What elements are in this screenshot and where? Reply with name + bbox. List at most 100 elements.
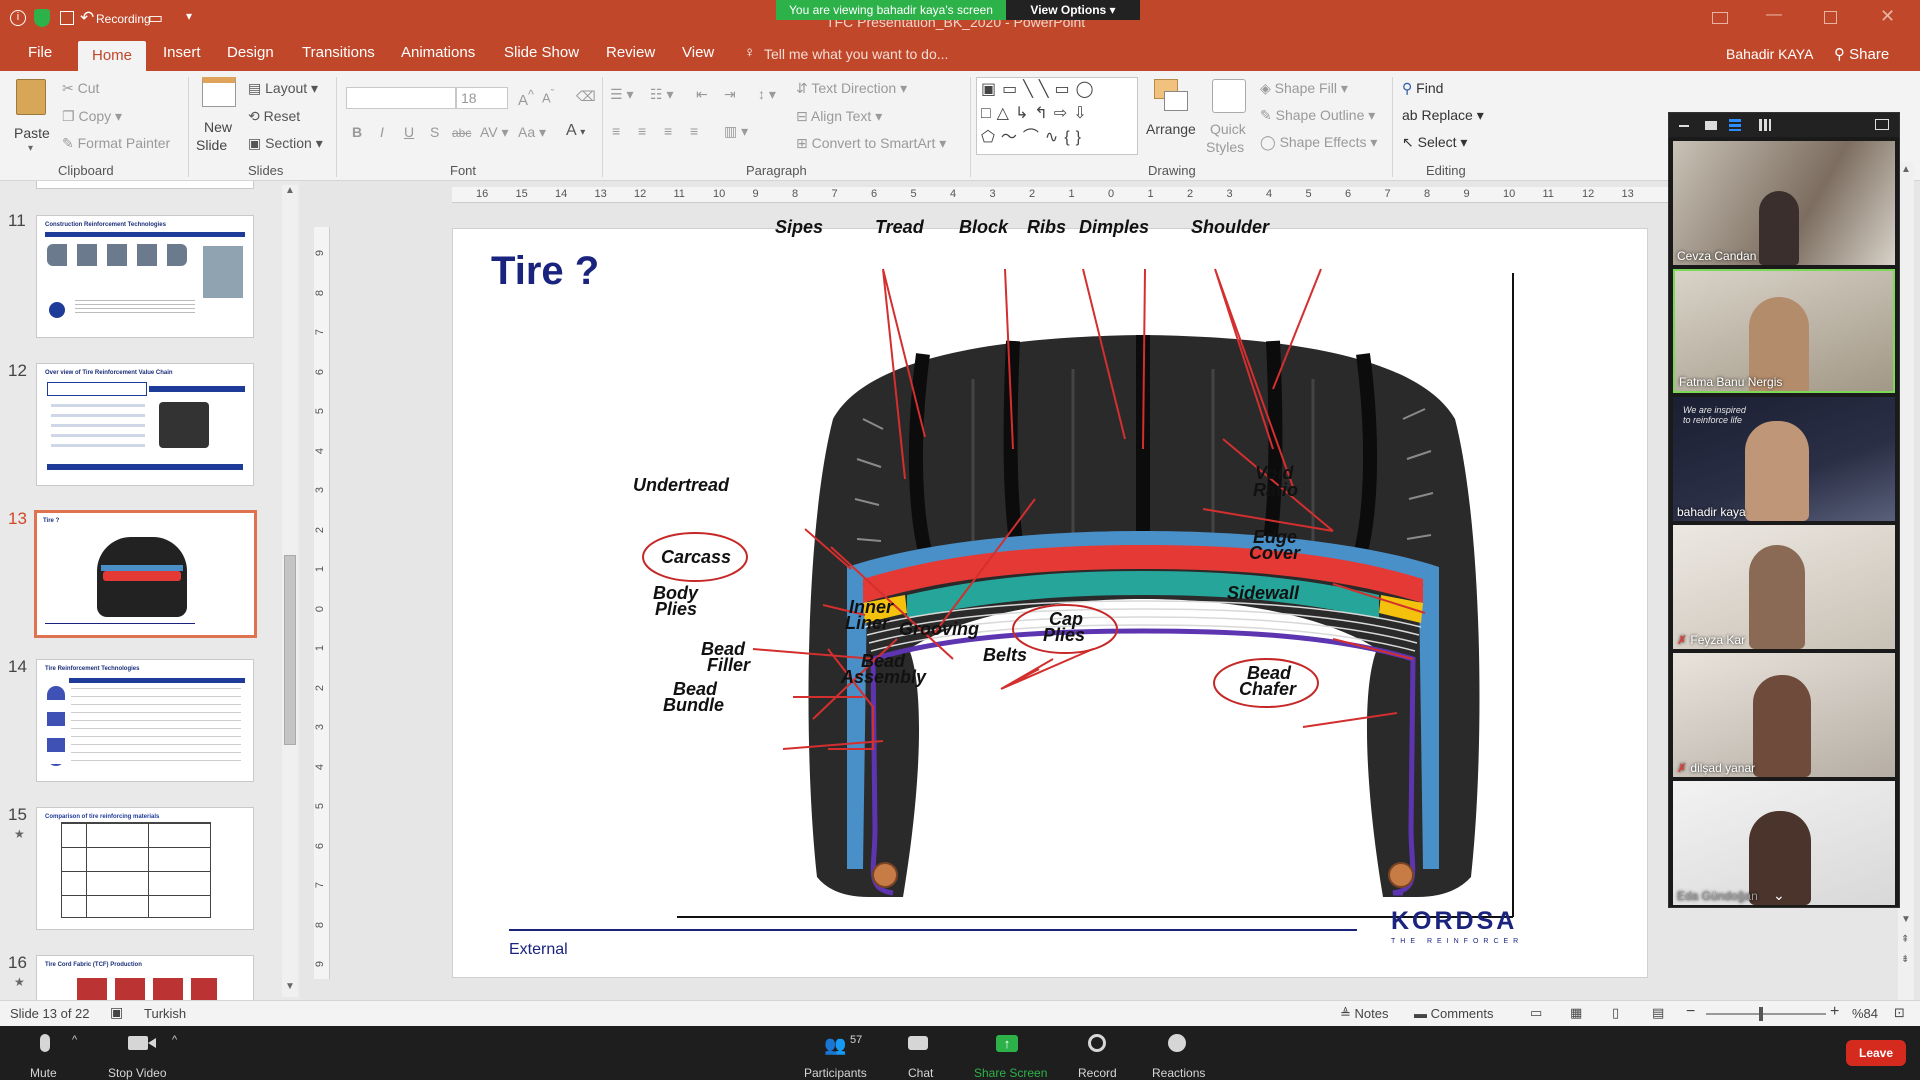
leave-button[interactable]: Leave (1846, 1040, 1906, 1066)
scroll-up-icon[interactable]: ▲ (285, 185, 295, 196)
previous-slide-icon[interactable]: ⇞ (1901, 934, 1909, 945)
user-name[interactable]: Bahadir KAYA (1726, 46, 1813, 62)
video-tile[interactable]: We are inspired to reinforce life bahadi… (1673, 397, 1895, 521)
shield-icon[interactable] (34, 9, 50, 27)
fit-slide-icon[interactable]: ⊡ (1894, 1005, 1905, 1021)
slide-canvas[interactable]: Tire ? Sipes Tread Block Ribs Dimples Sh… (452, 218, 1648, 978)
editor-scrollbar[interactable]: ▲ ▼ ⇞ ⇟ (1898, 162, 1914, 1000)
tab-slide-show[interactable]: Slide Show (504, 44, 579, 61)
strikethrough-button[interactable]: abc (452, 126, 471, 140)
minimize-gallery-icon[interactable] (1679, 125, 1689, 127)
layout-button[interactable]: ▤ Layout ▾ (248, 80, 318, 97)
text-shadow-button[interactable]: S (430, 124, 439, 140)
close-window-icon[interactable]: ✕ (1880, 6, 1895, 27)
decrease-indent-icon[interactable]: ⇤ (696, 86, 708, 103)
find-button[interactable]: ⚲ Find (1402, 80, 1443, 97)
zoom-video-gallery[interactable]: Cevza Candan Fatma Banu Nergis We are in… (1668, 112, 1900, 908)
tab-design[interactable]: Design (227, 44, 274, 61)
replace-button[interactable]: ab Replace ▾ (1402, 107, 1484, 124)
video-tile[interactable]: Cevza Candan (1673, 141, 1895, 265)
presentation-icon[interactable]: ▭ (148, 8, 163, 28)
line-spacing-icon[interactable]: ↕ ▾ (758, 86, 776, 103)
video-tile[interactable]: Eda Gündoğan ⌄ (1673, 781, 1895, 905)
tab-file[interactable]: File (28, 44, 52, 61)
shape-outline-button[interactable]: ✎ Shape Outline ▾ (1260, 107, 1375, 124)
zoom-in-icon[interactable]: + (1830, 1003, 1839, 1021)
strip-view-icon[interactable] (1729, 119, 1741, 131)
slide-thumbnail-13[interactable]: Tire ? (34, 510, 257, 638)
video-tile-active-speaker[interactable]: Fatma Banu Nergis (1673, 269, 1895, 393)
grow-font-icon[interactable]: A^ (518, 88, 534, 109)
clear-format-icon[interactable]: ⌫ (576, 88, 596, 105)
slide-thumbnail-12[interactable]: Over view of Tire Reinforcement Value Ch… (36, 363, 254, 486)
language-indicator[interactable]: Turkish (144, 1006, 186, 1021)
bold-button[interactable]: B (352, 124, 362, 140)
gallery-scroll-down-icon[interactable]: ⌄ (1773, 887, 1785, 904)
save-icon[interactable] (60, 11, 74, 25)
section-button[interactable]: ▣ Section ▾ (248, 135, 323, 152)
view-options-button[interactable]: View Options ▾ (1006, 0, 1140, 20)
comments-button[interactable]: ▬ Comments (1414, 1006, 1493, 1021)
scroll-down-icon[interactable]: ▼ (285, 981, 295, 992)
arrange-button[interactable]: Arrange (1144, 79, 1200, 159)
bullets-icon[interactable]: ☰ ▾ (610, 86, 633, 103)
font-name-input[interactable] (346, 87, 456, 109)
paste-dropdown-icon[interactable]: ▾ (28, 143, 33, 154)
zoom-level[interactable]: %84 (1852, 1006, 1878, 1021)
zoom-slider[interactable] (1706, 1007, 1826, 1021)
tab-transitions[interactable]: Transitions (302, 44, 375, 61)
maximize-icon[interactable] (1824, 11, 1837, 24)
next-slide-icon[interactable]: ⇟ (1901, 954, 1909, 965)
tab-insert[interactable]: Insert (163, 44, 201, 61)
align-left-icon[interactable]: ≡ (612, 123, 620, 139)
columns-icon[interactable]: ▥ ▾ (724, 123, 748, 140)
customize-qat-icon[interactable]: ▾ (186, 9, 192, 23)
share-screen-button[interactable]: ↑ Share Screen (966, 1026, 1047, 1080)
slide-thumbnail-15[interactable]: Comparison of tire reinforcing materials (36, 807, 254, 930)
change-case-icon[interactable]: Aa ▾ (518, 124, 546, 141)
video-tile[interactable]: ✗ dilşad yanar (1673, 653, 1895, 777)
underline-button[interactable]: U (404, 124, 414, 140)
shapes-gallery[interactable]: ▣▭╲╲▭◯ □△↳↰⇨⇩ ⬠〜⌒∿{} (976, 77, 1138, 155)
italic-button[interactable]: I (380, 124, 384, 140)
slide-thumbnail-16[interactable]: Tire Cord Fabric (TCF) Production (36, 955, 254, 1000)
align-center-icon[interactable]: ≡ (638, 123, 646, 139)
justify-icon[interactable]: ≡ (690, 123, 698, 139)
tell-me-input[interactable]: Tell me what you want to do... (764, 46, 948, 62)
normal-view-icon[interactable]: ▭ (1530, 1005, 1542, 1021)
tab-animations[interactable]: Animations (401, 44, 475, 61)
shape-effects-button[interactable]: ◯ Shape Effects ▾ (1260, 134, 1377, 151)
participants-button[interactable]: 👥 57 Participants (800, 1026, 872, 1080)
char-spacing-icon[interactable]: AV ▾ (480, 124, 509, 141)
video-options-icon[interactable]: ^ (172, 1034, 177, 1046)
zoom-out-icon[interactable]: − (1686, 1003, 1695, 1021)
paste-button[interactable]: Paste ▾ (10, 79, 54, 159)
chat-button[interactable]: Chat (894, 1026, 944, 1080)
font-size-input[interactable]: 18 (456, 87, 508, 109)
convert-smartart-button[interactable]: ⊞ Convert to SmartArt ▾ (796, 135, 946, 152)
shrink-font-icon[interactable]: Aˇ (542, 88, 554, 105)
quick-styles-button[interactable]: Quick Styles (1206, 79, 1256, 163)
scrollbar-thumb[interactable] (284, 555, 296, 745)
reactions-button[interactable]: Reactions (1146, 1026, 1210, 1080)
text-direction-button[interactable]: ⇵ Text Direction ▾ (796, 80, 907, 97)
slideshow-view-icon[interactable]: ▤ (1652, 1005, 1664, 1021)
notes-button[interactable]: ≜ Notes (1340, 1006, 1389, 1022)
share-button[interactable]: ⚲ Share (1834, 45, 1889, 63)
spell-check-icon[interactable]: ▣ (110, 1004, 123, 1021)
format-painter-button[interactable]: ✎ Format Painter (62, 135, 170, 152)
exit-gallery-icon[interactable] (1875, 119, 1889, 130)
tab-home[interactable]: Home (78, 41, 147, 72)
mute-button[interactable]: Mute (18, 1026, 74, 1080)
select-button[interactable]: ↖ Select ▾ (1402, 134, 1467, 151)
audio-options-icon[interactable]: ^ (72, 1034, 77, 1046)
font-color-icon[interactable]: A ▾ (566, 122, 585, 140)
tab-review[interactable]: Review (606, 44, 655, 61)
cut-button[interactable]: ✂ Cut (62, 80, 99, 97)
minimize-icon[interactable]: — (1766, 6, 1782, 24)
undo-icon[interactable]: ↶ (80, 8, 94, 28)
zoom-info-icon[interactable]: i (10, 10, 26, 26)
slide-sorter-icon[interactable]: ▦ (1570, 1005, 1582, 1021)
scroll-down-icon[interactable]: ▼ (1901, 914, 1911, 925)
thumbnails-scrollbar[interactable]: ▲ ▼ (282, 185, 298, 997)
